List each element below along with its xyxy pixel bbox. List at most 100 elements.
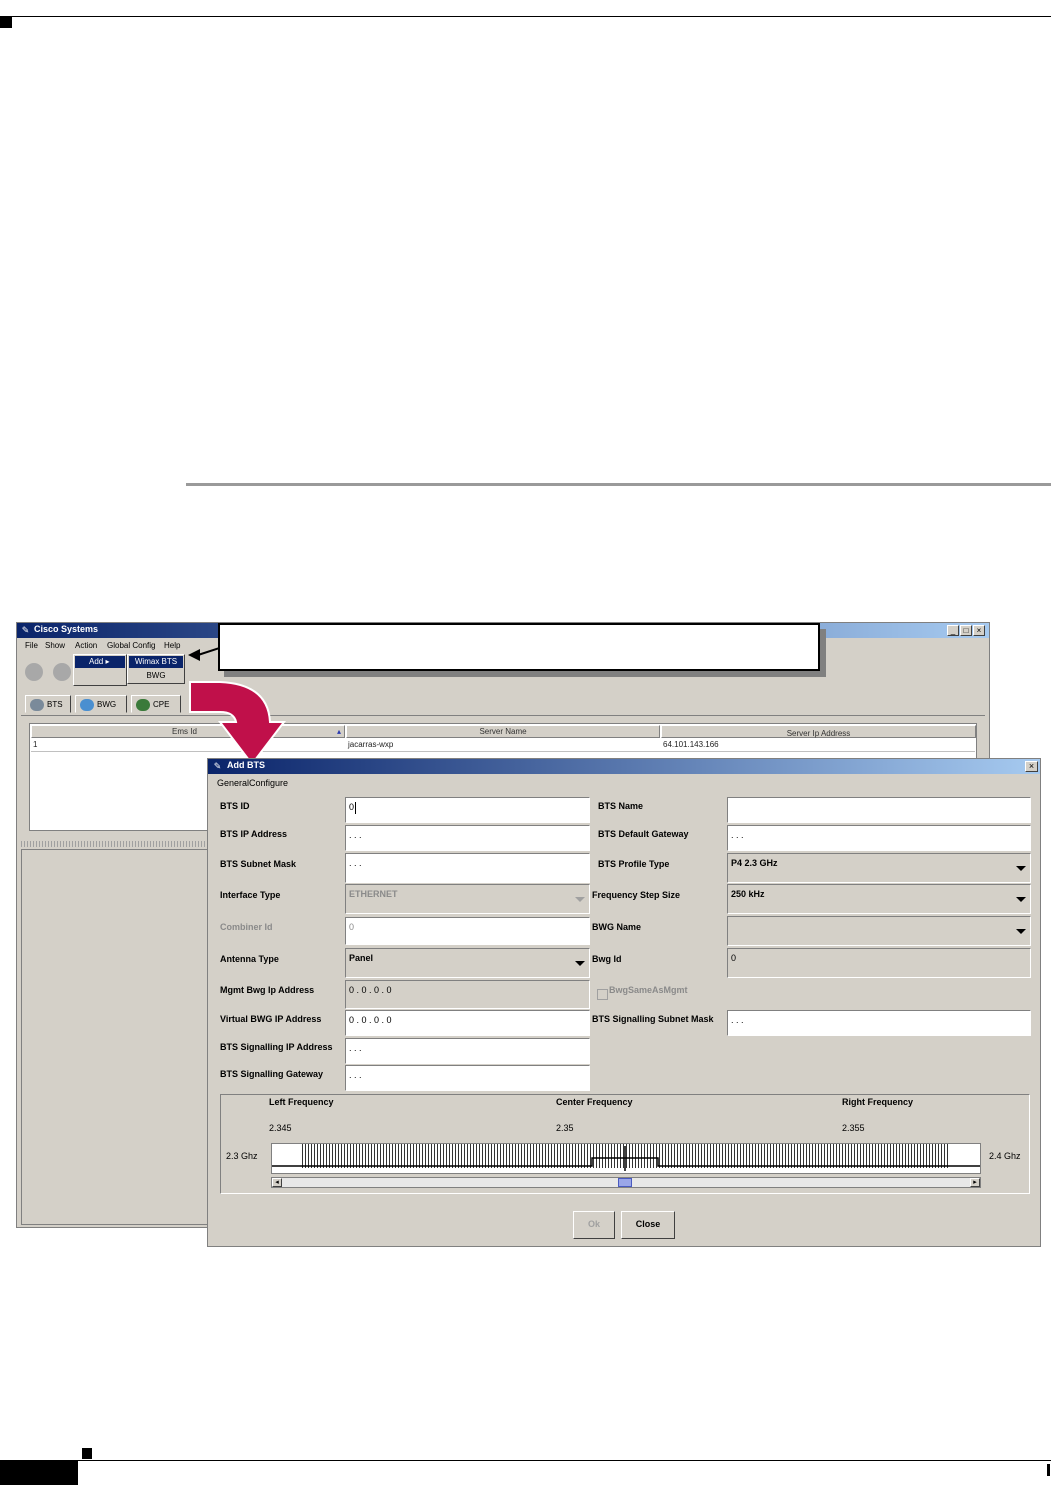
- antenna-type-select[interactable]: Panel: [345, 948, 590, 978]
- scroll-right-button[interactable]: ▸: [970, 1178, 980, 1187]
- page-corner-mark: [0, 16, 12, 28]
- center-frequency-label: Center Frequency: [556, 1097, 633, 1107]
- label-freq-step: Frequency Step Size: [592, 890, 681, 900]
- interface-type-select: ETHERNET: [345, 884, 590, 914]
- tool-icon-2[interactable]: [53, 663, 71, 681]
- bts-id-input[interactable]: 0: [345, 797, 590, 823]
- frequency-panel: Left Frequency Center Frequency Right Fr…: [220, 1094, 1030, 1194]
- menu-help[interactable]: Help: [164, 641, 180, 650]
- tab-bts[interactable]: BTS: [25, 695, 71, 713]
- left-frequency-label: Left Frequency: [269, 1097, 334, 1107]
- label-bwg-same: BwgSameAsMgmt: [609, 985, 688, 995]
- add-bts-dialog: ✎ Add BTS × GeneralConfigure BTS ID BTS …: [207, 758, 1041, 1247]
- section-label: GeneralConfigure: [217, 778, 289, 788]
- add-submenu: Wimax BTS BWG: [127, 654, 185, 684]
- menu-item-add[interactable]: Add ▸: [75, 656, 125, 668]
- label-antenna-type: Antenna Type: [220, 954, 279, 964]
- signalling-ip-input[interactable]: . . .: [345, 1038, 590, 1064]
- right-frequency-value: 2.355: [842, 1123, 865, 1133]
- tool-icon-1[interactable]: [25, 663, 43, 681]
- dialog-close-button[interactable]: ×: [1025, 761, 1038, 772]
- maximize-button[interactable]: □: [960, 625, 972, 636]
- tree-pane: [21, 849, 211, 1225]
- pane-splitter[interactable]: [21, 841, 217, 847]
- frequency-band-line: [272, 1146, 980, 1171]
- minimize-button[interactable]: _: [947, 625, 959, 636]
- tab-bwg[interactable]: BWG: [75, 695, 127, 713]
- profile-type-select[interactable]: P4 2.3 GHz: [727, 853, 1031, 883]
- chevron-down-icon: [1016, 929, 1026, 934]
- frequency-scrollbar[interactable]: ◂ ▸: [271, 1177, 981, 1188]
- center-frequency-value: 2.35: [556, 1123, 574, 1133]
- mgmt-bwg-ip-input: 0 . 0 . 0 . 0: [345, 980, 590, 1009]
- submenu-bwg[interactable]: BWG: [129, 670, 183, 682]
- scroll-left-button[interactable]: ◂: [272, 1178, 282, 1187]
- chevron-down-icon: [1016, 897, 1026, 902]
- label-signalling-subnet: BTS Signalling Subnet Mask: [592, 1014, 714, 1024]
- ok-button[interactable]: Ok: [573, 1211, 615, 1239]
- dialog-titlebar[interactable]: ✎ Add BTS ×: [208, 759, 1040, 774]
- menu-show[interactable]: Show: [45, 641, 65, 650]
- menu-global-config[interactable]: Global Config: [107, 641, 155, 650]
- dialog-app-icon: ✎: [213, 761, 222, 771]
- page-footer-block: [0, 1461, 78, 1485]
- bts-gateway-input[interactable]: . . .: [727, 825, 1031, 851]
- bwg-id-input: 0: [727, 948, 1031, 978]
- label-signalling-ip: BTS Signalling IP Address: [220, 1042, 333, 1052]
- min-frequency-label: 2.3 Ghz: [226, 1151, 258, 1161]
- bwg-name-select[interactable]: [727, 916, 1031, 946]
- label-bts-name: BTS Name: [598, 801, 644, 811]
- router-icon: [80, 698, 94, 711]
- label-bwg-id: Bwg Id: [592, 954, 622, 964]
- label-profile-type: BTS Profile Type: [598, 859, 670, 869]
- column-header-server-ip[interactable]: Server Ip Address: [661, 725, 976, 738]
- cell-server-ip: 64.101.143.166: [663, 740, 719, 749]
- section-divider: [186, 483, 1051, 486]
- virtual-bwg-ip-input[interactable]: 0 . 0 . 0 . 0: [345, 1010, 590, 1036]
- page-bottom-mark: [82, 1448, 92, 1459]
- bts-subnet-input[interactable]: . . .: [345, 853, 590, 883]
- label-combiner-id: Combiner Id: [220, 922, 273, 932]
- combiner-id-input[interactable]: 0: [345, 917, 590, 945]
- chevron-down-icon: [575, 897, 585, 902]
- label-bwg-name: BWG Name: [592, 922, 642, 932]
- menu-file[interactable]: File: [25, 641, 38, 650]
- label-bts-id: BTS ID: [220, 801, 250, 811]
- app-icon: ✎: [21, 625, 30, 635]
- signalling-gateway-input[interactable]: . . .: [345, 1065, 590, 1091]
- label-bts-gateway: BTS Default Gateway: [598, 829, 689, 839]
- max-frequency-label: 2.4 Ghz: [989, 1151, 1021, 1161]
- right-frequency-label: Right Frequency: [842, 1097, 914, 1107]
- tower-icon: [30, 698, 44, 711]
- cpe-icon: [136, 698, 150, 711]
- table-row[interactable]: 1 jacarras-wxp 64.101.143.166: [31, 739, 975, 752]
- label-interface-type: Interface Type: [220, 890, 281, 900]
- page-bottom-rule: [0, 1460, 1051, 1461]
- column-header-server-name[interactable]: Server Name: [346, 725, 660, 738]
- page-footer-tick: [1047, 1464, 1050, 1476]
- frequency-spectrum[interactable]: [271, 1143, 981, 1174]
- menu-action[interactable]: Action: [75, 641, 97, 650]
- chevron-down-icon: [1016, 866, 1026, 871]
- cell-server-name: jacarras-wxp: [348, 740, 394, 749]
- close-button[interactable]: ×: [973, 625, 985, 636]
- flow-arrow-icon: [189, 681, 287, 766]
- label-virtual-bwg-ip: Virtual BWG IP Address: [220, 1014, 322, 1024]
- freq-step-select[interactable]: 250 kHz: [727, 884, 1031, 914]
- label-signalling-gateway: BTS Signalling Gateway: [220, 1069, 324, 1079]
- label-bts-subnet: BTS Subnet Mask: [220, 859, 297, 869]
- page-top-rule: [0, 16, 1051, 17]
- signalling-subnet-input[interactable]: . . .: [727, 1010, 1031, 1036]
- callout-box: [218, 623, 820, 671]
- label-mgmt-bwg-ip: Mgmt Bwg Ip Address: [220, 985, 315, 995]
- bwg-same-checkbox[interactable]: [597, 989, 608, 1000]
- tab-strip: BTS BWG CPE: [21, 693, 985, 716]
- bts-ip-input[interactable]: . . .: [345, 825, 590, 851]
- bts-name-input[interactable]: [727, 797, 1031, 823]
- cell-ems-id: 1: [33, 740, 38, 749]
- close-dialog-button[interactable]: Close: [621, 1211, 675, 1239]
- submenu-wimax-bts[interactable]: Wimax BTS: [129, 656, 183, 668]
- tab-cpe[interactable]: CPE: [131, 695, 181, 713]
- scroll-thumb[interactable]: [618, 1178, 632, 1187]
- chevron-down-icon: [575, 961, 585, 966]
